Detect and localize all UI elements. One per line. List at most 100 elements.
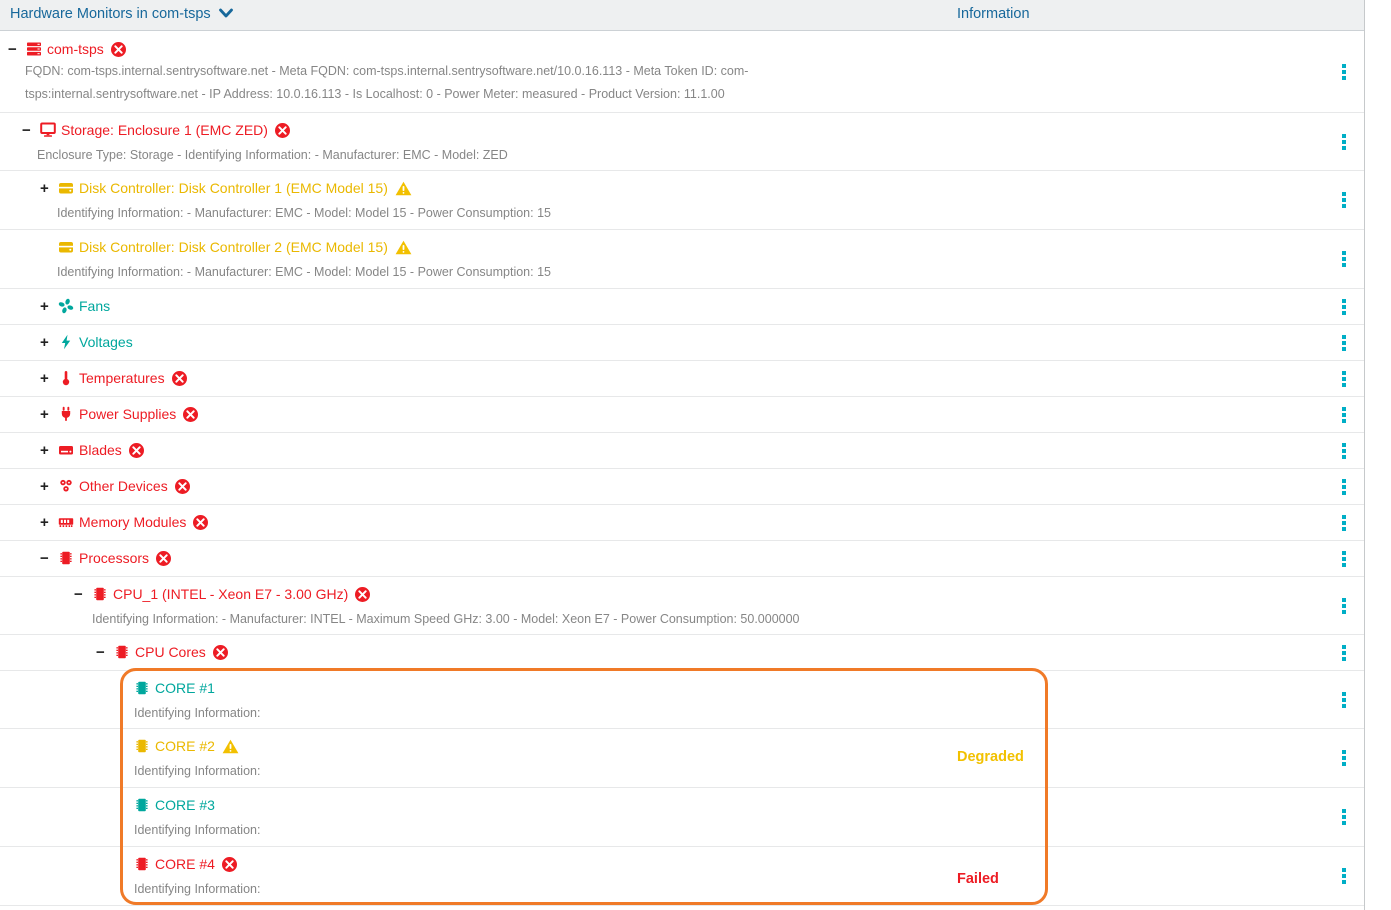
collapse-toggle[interactable]: − — [74, 588, 87, 601]
expand-toggle[interactable]: + — [40, 444, 53, 457]
kebab-menu-icon[interactable] — [1337, 191, 1351, 209]
node-label-disk-controller-2[interactable]: Disk Controller: Disk Controller 2 (EMC … — [79, 239, 388, 255]
error-badge-icon — [193, 515, 208, 530]
node-label-enclosure[interactable]: Storage: Enclosure 1 (EMC ZED) — [61, 122, 268, 138]
node-label-core-2[interactable]: CORE #2 — [155, 738, 215, 754]
tree-row-core-3: CORE #3 Identifying Information: — [0, 788, 1364, 847]
processor-chip-icon — [92, 586, 108, 602]
tree-row-processors: − Processors — [0, 541, 1364, 577]
node-label-temperatures[interactable]: Temperatures — [79, 370, 165, 386]
node-label-fans[interactable]: Fans — [79, 298, 110, 314]
tree-row-power-supplies: + Power Supplies — [0, 397, 1364, 433]
node-label-core-3[interactable]: CORE #3 — [155, 797, 215, 813]
chevron-down-icon[interactable] — [219, 6, 233, 22]
tree-row-temperatures: + Temperatures — [0, 361, 1364, 397]
core-chip-icon — [134, 856, 150, 872]
kebab-menu-icon[interactable] — [1337, 644, 1351, 662]
tree-row-other-devices: + Other Devices — [0, 469, 1364, 505]
node-label-cpu-1[interactable]: CPU_1 (INTEL - Xeon E7 - 3.00 GHz) — [113, 586, 348, 602]
core-chip-icon — [134, 680, 150, 696]
kebab-menu-icon[interactable] — [1337, 749, 1351, 767]
error-badge-icon — [355, 587, 370, 602]
expand-toggle[interactable]: + — [40, 480, 53, 493]
kebab-menu-icon[interactable] — [1337, 597, 1351, 615]
processor-chip-icon — [58, 550, 74, 566]
node-label-memory-modules[interactable]: Memory Modules — [79, 514, 186, 530]
node-detail-cpu-1: Identifying Information: - Manufacturer:… — [92, 608, 1364, 631]
core-chip-icon — [134, 797, 150, 813]
node-label-power-supplies[interactable]: Power Supplies — [79, 406, 176, 422]
error-badge-icon — [156, 551, 171, 566]
disk-icon — [58, 180, 74, 196]
node-label-voltages[interactable]: Voltages — [79, 334, 133, 350]
expand-toggle[interactable]: + — [40, 336, 53, 349]
status-badge-degraded: Degraded — [957, 749, 1024, 765]
kebab-menu-icon[interactable] — [1337, 550, 1351, 568]
kebab-menu-icon[interactable] — [1337, 334, 1351, 352]
node-label-processors[interactable]: Processors — [79, 550, 149, 566]
node-label-core-1[interactable]: CORE #1 — [155, 680, 215, 696]
node-label-other-devices[interactable]: Other Devices — [79, 478, 168, 494]
tree-row-disk-controller-1: + Disk Controller: Disk Controller 1 (EM… — [0, 171, 1364, 230]
kebab-menu-icon[interactable] — [1337, 808, 1351, 826]
expand-toggle[interactable]: + — [40, 300, 53, 313]
node-label-blades[interactable]: Blades — [79, 442, 122, 458]
collapse-toggle[interactable]: − — [22, 124, 35, 137]
error-badge-icon — [175, 479, 190, 494]
node-detail-core-1: Identifying Information: — [134, 702, 1364, 725]
kebab-menu-icon[interactable] — [1337, 63, 1351, 81]
kebab-menu-icon[interactable] — [1337, 442, 1351, 460]
voltage-bolt-icon — [58, 334, 74, 350]
kebab-menu-icon[interactable] — [1337, 370, 1351, 388]
node-detail-core-3: Identifying Information: — [134, 819, 1364, 842]
memory-module-icon — [58, 514, 74, 530]
expand-toggle[interactable]: + — [40, 182, 53, 195]
core-chip-icon — [134, 738, 150, 754]
collapse-toggle[interactable]: − — [8, 43, 21, 56]
node-label-host[interactable]: com-tsps — [47, 41, 104, 57]
information-column-header: Information — [957, 6, 1030, 22]
error-badge-icon — [129, 443, 144, 458]
tree-row-blades: + Blades — [0, 433, 1364, 469]
tree-row-core-1: CORE #1 Identifying Information: — [0, 671, 1364, 729]
error-badge-icon — [275, 123, 290, 138]
monitor-selector[interactable]: Hardware Monitors in com-tsps — [10, 6, 233, 22]
node-detail-disk-controller-1: Identifying Information: - Manufacturer:… — [57, 202, 1364, 225]
tree-row-cpu-cores: − CPU Cores — [0, 635, 1364, 671]
error-badge-icon — [222, 857, 237, 872]
kebab-menu-icon[interactable] — [1337, 133, 1351, 151]
node-label-disk-controller-1[interactable]: Disk Controller: Disk Controller 1 (EMC … — [79, 180, 388, 196]
tree-row-host: − com-tsps FQDN: com-tsps.internal.sentr… — [0, 31, 1364, 113]
kebab-menu-icon[interactable] — [1337, 406, 1351, 424]
error-badge-icon — [183, 407, 198, 422]
collapse-toggle[interactable]: − — [40, 552, 53, 565]
kebab-menu-icon[interactable] — [1337, 298, 1351, 316]
node-label-core-4[interactable]: CORE #4 — [155, 856, 215, 872]
node-label-cpu-cores[interactable]: CPU Cores — [135, 644, 206, 660]
tree-row-enclosure: − Storage: Enclosure 1 (EMC ZED) Enclosu… — [0, 113, 1364, 171]
disk-icon — [58, 239, 74, 255]
hardware-monitor-panel: Hardware Monitors in com-tsps Informatio… — [0, 0, 1365, 910]
error-badge-icon — [213, 645, 228, 660]
node-detail-enclosure: Enclosure Type: Storage - Identifying In… — [37, 144, 1364, 167]
error-badge-icon — [172, 371, 187, 386]
thermometer-icon — [58, 370, 74, 386]
tree-row-cpu-1: − CPU_1 (INTEL - Xeon E7 - 3.00 GHz) Ide… — [0, 577, 1364, 635]
tree-row-core-4: CORE #4 Identifying Information: Failed — [0, 847, 1364, 906]
power-plug-icon — [58, 406, 74, 422]
fan-icon — [58, 298, 74, 314]
expand-toggle[interactable]: + — [40, 516, 53, 529]
expand-toggle[interactable]: + — [40, 372, 53, 385]
node-detail-core-2: Identifying Information: — [134, 760, 1364, 783]
kebab-menu-icon[interactable] — [1337, 867, 1351, 885]
kebab-menu-icon[interactable] — [1337, 478, 1351, 496]
tree-row-core-2: CORE #2 Identifying Information: Degrade… — [0, 729, 1364, 788]
kebab-menu-icon[interactable] — [1337, 691, 1351, 709]
enclosure-monitor-icon — [40, 122, 56, 138]
node-detail-core-4: Identifying Information: — [134, 878, 1364, 901]
expand-toggle[interactable]: + — [40, 408, 53, 421]
kebab-menu-icon[interactable] — [1337, 514, 1351, 532]
collapse-toggle[interactable]: − — [96, 646, 109, 659]
node-detail-host: FQDN: com-tsps.internal.sentrysoftware.n… — [25, 60, 783, 106]
kebab-menu-icon[interactable] — [1337, 250, 1351, 268]
